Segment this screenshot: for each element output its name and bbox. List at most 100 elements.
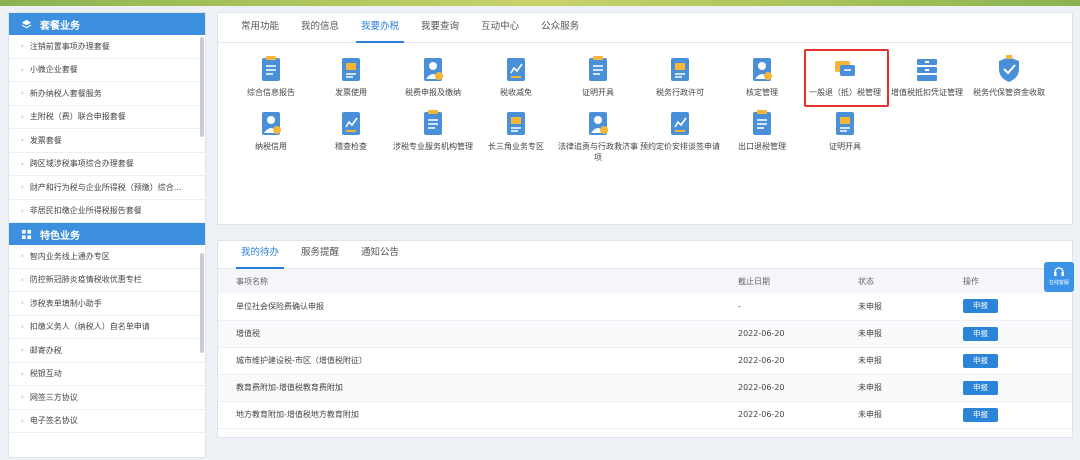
chevron-right-icon: ›	[21, 65, 24, 74]
online-service-button[interactable]: 在线客服	[1044, 262, 1074, 292]
sidebar-header-label: 套餐业务	[40, 20, 80, 32]
row-date: 2022-06-20	[738, 374, 858, 402]
sidebar-item[interactable]: › 扣缴义务人（纳税人）自名单申请	[9, 316, 205, 339]
service-tile[interactable]: 纳税信用	[230, 109, 312, 152]
service-label: 税费申报及缴纳	[405, 88, 461, 97]
layers-icon	[21, 19, 32, 28]
sidebar-item-label: 涉税表单填制小助手	[29, 298, 102, 308]
service-tile[interactable]: 预约定价安排谈签申请	[639, 109, 721, 152]
pricing-icon	[671, 112, 689, 135]
declare-button[interactable]: 申报	[963, 326, 998, 341]
sidebar-item-label: 主附税（费）联合申报套餐	[29, 112, 126, 122]
report-icon	[262, 56, 280, 81]
sidebar-item[interactable]: › 新办纳税人套餐服务	[9, 82, 205, 106]
service-tile[interactable]: 证明开具	[557, 55, 639, 98]
service-tile[interactable]: 核定管理	[721, 55, 803, 98]
tab-item[interactable]: 我的待办	[230, 238, 290, 269]
todo-panel: 我的待办 服务提醒 通知公告 事项名称 截止日期 状态 操作 单位社会保险费确认申报…	[217, 240, 1073, 438]
sidebar-item[interactable]: › 发票套餐	[9, 129, 205, 153]
service-label: 核定管理	[746, 88, 778, 97]
service-tile[interactable]: 稽查检查	[310, 109, 392, 152]
top-banner-strip	[0, 0, 1080, 6]
sidebar: 套餐业务 › 注销前置事项办理套餐 › 小微企业套餐 › 新办纳税人套餐服务 › 主附税（费）…	[8, 12, 206, 458]
row-action-cell: 申报	[963, 293, 1072, 321]
sidebar-item-label: 财产和行为税与企业所得税（预缴）综合...	[29, 182, 182, 192]
service-label: 长三角业务专区	[488, 142, 544, 151]
sidebar-scrollbar-2[interactable]	[200, 253, 204, 353]
declare-button[interactable]: 申报	[963, 299, 998, 314]
row-status: 未申报	[858, 320, 963, 348]
service-label: 增值税抵扣凭证管理	[891, 88, 963, 97]
vat-deduct-icon	[917, 59, 937, 81]
chevron-right-icon: ›	[21, 42, 24, 51]
table-row: 单位社会保险费确认申报 - 未申报 申报	[218, 293, 1072, 321]
legal-icon	[589, 112, 608, 135]
sidebar-item[interactable]: › 网签三方协议	[9, 386, 205, 410]
sidebar-item-label: 电子签名协议	[29, 416, 78, 426]
tab-item[interactable]: 通知公告	[350, 238, 410, 268]
sidebar-item-label: 小微企业套餐	[29, 65, 78, 75]
service-label: 证明开具	[829, 142, 861, 151]
agency-icon	[424, 110, 442, 135]
chevron-right-icon: ›	[21, 89, 24, 98]
table-row: 教育费附加-增值税教育费附加 2022-06-20 未申报 申报	[218, 374, 1072, 402]
service-tile[interactable]: 综合信息报告	[230, 55, 312, 98]
chevron-right-icon: ›	[21, 112, 24, 121]
sidebar-header-featured[interactable]: 特色业务	[9, 223, 205, 245]
sidebar-item-label: 智内业务线上通办专区	[29, 251, 110, 261]
service-tile[interactable]: 税务代保管资金收取	[968, 55, 1050, 98]
chevron-right-icon: ›	[21, 252, 24, 261]
service-tile[interactable]: 涉税专业服务机构管理	[392, 109, 474, 152]
invoice-icon	[342, 58, 360, 81]
row-name: 增值税	[218, 320, 738, 348]
header-date: 截止日期	[738, 276, 770, 286]
service-tile[interactable]: 税费申报及缴纳	[392, 55, 474, 98]
declare-button[interactable]: 申报	[963, 380, 998, 395]
certificate2-icon	[836, 112, 854, 135]
highlight-box	[804, 49, 889, 107]
service-tile[interactable]: 长三角业务专区	[475, 109, 557, 152]
tab-item[interactable]: 服务提醒	[290, 238, 350, 268]
row-action-cell: 申报	[963, 320, 1072, 348]
service-tile[interactable]: 增值税抵扣凭证管理	[886, 55, 968, 98]
service-tile[interactable]: 税务行政许可	[639, 55, 721, 98]
table-row: 城市维护建设税-市区（增值税附征） 2022-06-20 未申报 申报	[218, 347, 1072, 375]
chevron-right-icon: ›	[21, 299, 24, 308]
service-tile[interactable]: 税收减免	[475, 55, 557, 98]
row-date: -	[738, 293, 858, 321]
chevron-right-icon: ›	[21, 206, 24, 215]
chevron-right-icon: ›	[21, 183, 24, 192]
headset-icon	[1054, 267, 1064, 276]
service-label: 综合信息报告	[247, 88, 295, 97]
sidebar-item[interactable]: › 电子签名协议	[9, 410, 205, 433]
row-status: 未申报	[858, 293, 963, 321]
sidebar-item[interactable]: › 小微企业套餐	[9, 59, 205, 82]
declare-button[interactable]: 申报	[963, 353, 998, 368]
sidebar-item[interactable]: › 财产和行为税与企业所得税（预缴）综合...	[9, 176, 205, 200]
sidebar-item[interactable]: › 涉税表单填制小助手	[9, 292, 205, 316]
sidebar-item[interactable]: › 邮寄办税	[9, 339, 205, 363]
sidebar-item[interactable]: › 非居民扣缴企业所得税报告套餐	[9, 200, 205, 223]
sidebar-header-package[interactable]: 套餐业务	[9, 13, 205, 35]
bottom-tab-bar: 我的待办 服务提醒 通知公告	[218, 241, 1072, 269]
service-tile[interactable]: 法律追责与行政救济事项	[557, 109, 639, 163]
service-tile[interactable]: 发票使用	[310, 55, 392, 98]
sidebar-item-label: 邮寄办税	[29, 345, 62, 355]
sidebar-item[interactable]: › 主附税（费）联合申报套餐	[9, 106, 205, 129]
service-label: 预约定价安排谈签申请	[640, 142, 720, 151]
service-label: 税务行政许可	[656, 88, 704, 97]
todo-table: 事项名称 截止日期 状态 操作 单位社会保险费确认申报 - 未申报 申报 增值税 2022…	[218, 269, 1072, 429]
sidebar-item[interactable]: › 智内业务线上通办专区	[9, 245, 205, 269]
header-status: 状态	[858, 276, 874, 286]
sidebar-item[interactable]: › 防控新冠肺炎疫情税收优惠专栏	[9, 269, 205, 292]
sidebar-item[interactable]: › 注销前置事项办理套餐	[9, 35, 205, 59]
row-status: 未申报	[858, 401, 963, 429]
service-tile[interactable]: 证明开具	[804, 109, 886, 152]
inspection-icon	[342, 112, 360, 135]
sidebar-item[interactable]: › 税银互动	[9, 363, 205, 386]
sidebar-scrollbar-1[interactable]	[200, 37, 204, 137]
declare-button[interactable]: 申报	[963, 407, 998, 422]
sidebar-item-label: 税银互动	[29, 369, 62, 379]
service-tile[interactable]: 出口退税管理	[721, 109, 803, 152]
sidebar-item[interactable]: › 跨区域涉税事项综合办理套餐	[9, 153, 205, 176]
